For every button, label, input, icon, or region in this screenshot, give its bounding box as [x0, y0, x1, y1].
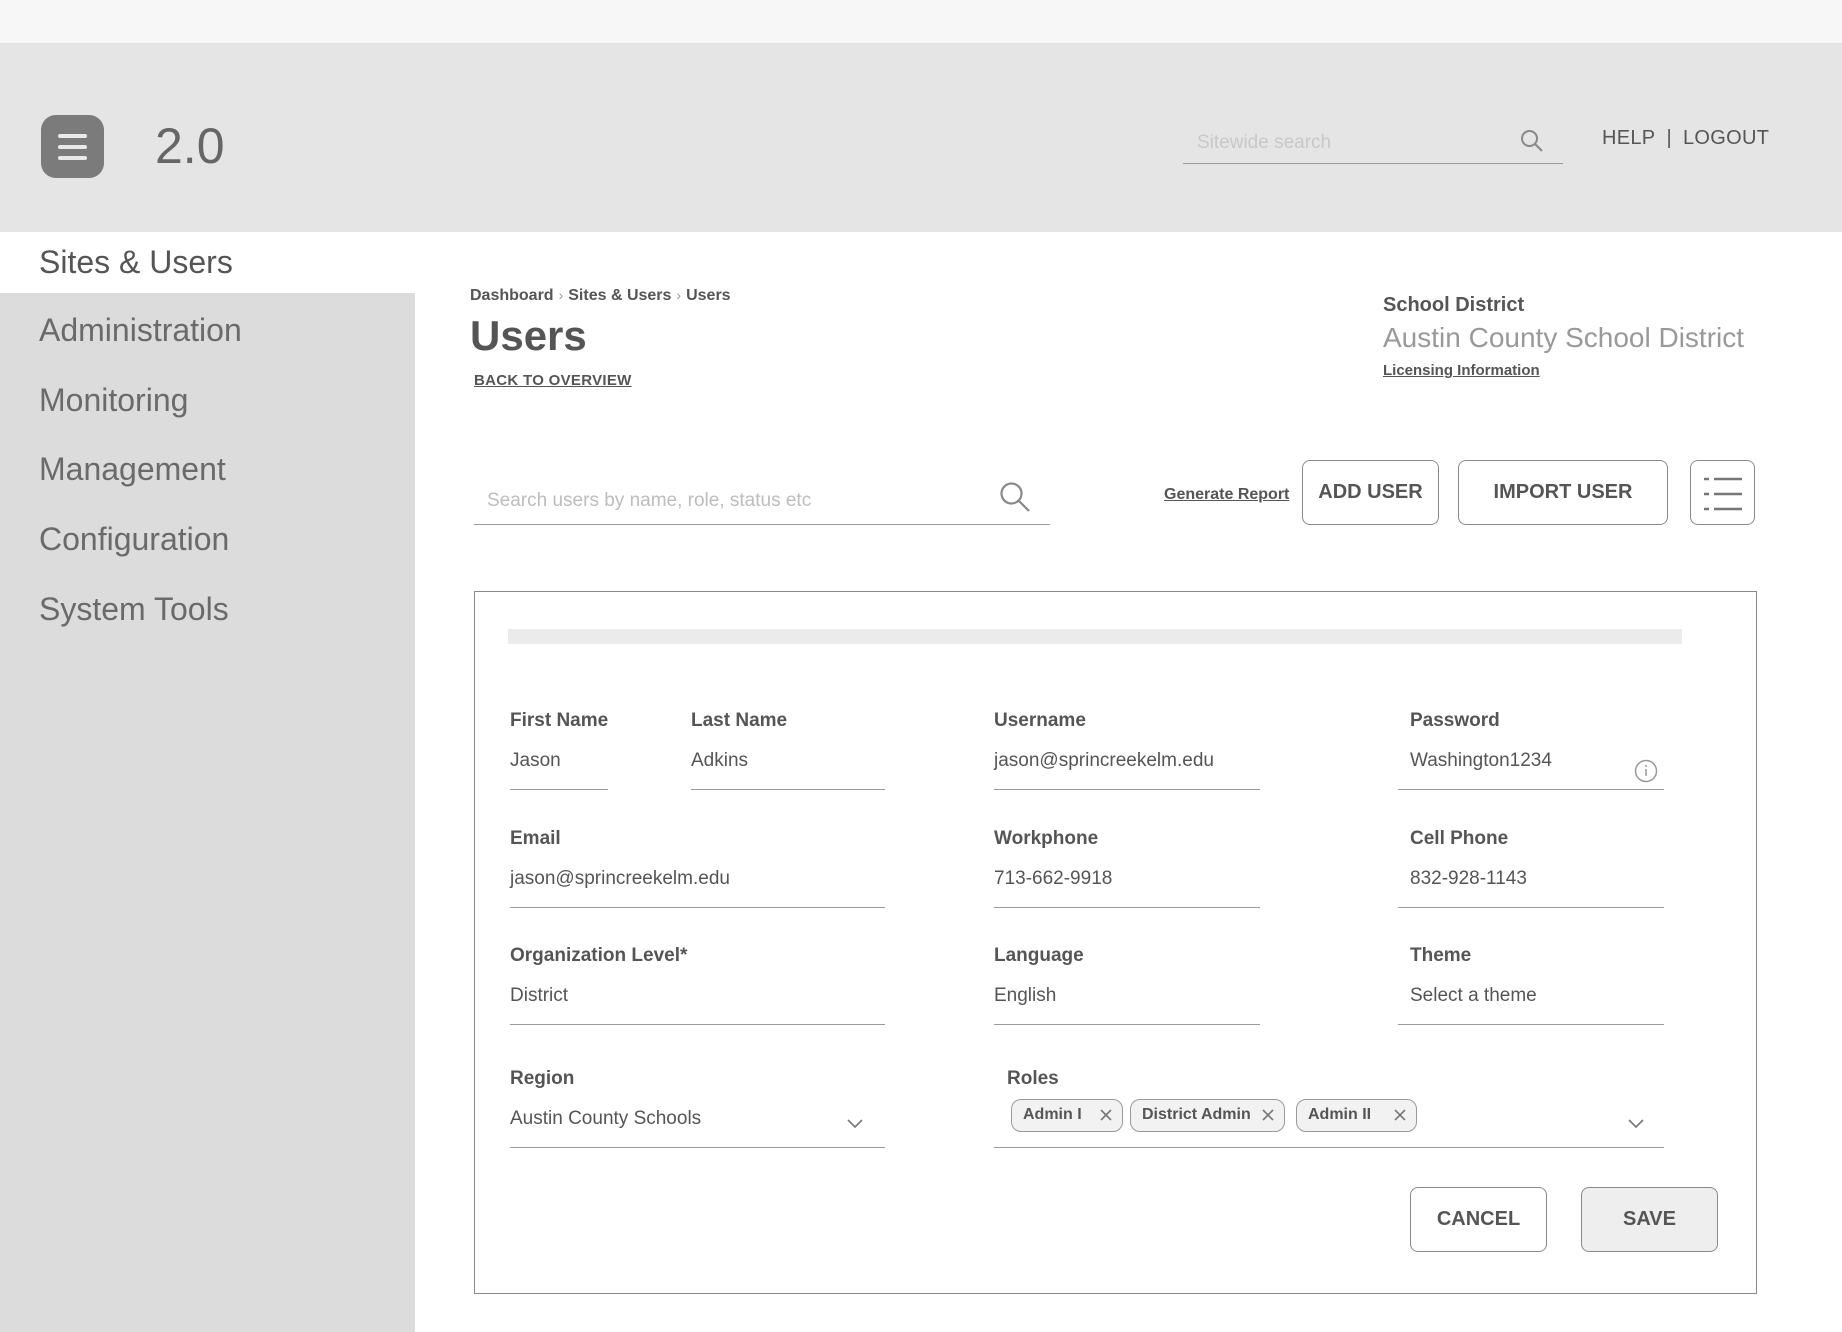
chevron-down-icon[interactable] — [847, 1119, 863, 1129]
breadcrumb-sites-users[interactable]: Sites & Users — [568, 287, 671, 304]
breadcrumb-users: Users — [686, 287, 731, 304]
sidebar-item-label: Sites & Users — [39, 244, 233, 280]
workphone-label: Workphone — [994, 828, 1099, 849]
app-version: 2.0 — [155, 118, 225, 174]
organization-level-input[interactable]: District — [510, 985, 885, 1025]
back-to-overview-link[interactable]: BACK TO OVERVIEW — [474, 372, 632, 389]
workphone-input[interactable]: 713-662-9918 — [994, 868, 1260, 908]
close-icon[interactable] — [1393, 1108, 1407, 1122]
import-user-button[interactable]: IMPORT USER — [1458, 460, 1668, 525]
roles-label: Roles — [1007, 1068, 1059, 1089]
first-name-input[interactable]: Jason — [510, 750, 608, 790]
sidebar-item-management[interactable]: Management — [39, 451, 226, 488]
role-chip: District Admin — [1130, 1099, 1285, 1132]
menu-lines-icon[interactable] — [41, 115, 104, 178]
user-form — [474, 591, 1757, 1294]
logout-link[interactable]: LOGOUT — [1683, 127, 1769, 149]
cell-phone-input[interactable]: 832-928-1143 — [1398, 868, 1664, 908]
info-icon[interactable] — [1634, 759, 1658, 783]
cell-phone-label: Cell Phone — [1410, 828, 1509, 849]
region-label: Region — [510, 1068, 575, 1089]
page-title: Users — [470, 312, 587, 359]
last-name-label: Last Name — [691, 710, 788, 731]
last-name-input[interactable]: Adkins — [691, 750, 885, 790]
header-links: HELP | LOGOUT — [1602, 127, 1769, 150]
close-icon[interactable] — [1261, 1108, 1275, 1122]
licensing-info-link[interactable]: Licensing Information — [1383, 362, 1540, 379]
sidebar-item-system-tools[interactable]: System Tools — [39, 591, 229, 628]
search-icon[interactable] — [1519, 128, 1545, 154]
username-input[interactable]: jason@sprincreekelm.edu — [994, 750, 1260, 790]
help-link[interactable]: HELP — [1602, 127, 1655, 149]
list-icon — [1704, 477, 1742, 511]
save-button[interactable]: SAVE — [1581, 1187, 1718, 1252]
cancel-button[interactable]: CANCEL — [1410, 1187, 1547, 1252]
sitewide-search-placeholder: Sitewide search — [1197, 132, 1332, 153]
chevron-down-icon[interactable] — [1628, 1119, 1644, 1129]
theme-select[interactable]: Select a theme — [1398, 985, 1664, 1025]
generate-report-link[interactable]: Generate Report — [1164, 486, 1289, 504]
browser-top-strip — [0, 0, 1842, 44]
username-label: Username — [994, 710, 1086, 731]
password-input[interactable]: Washington1234 — [1398, 750, 1664, 790]
organization-level-label: Organization Level* — [510, 945, 688, 966]
sidebar-item-configuration[interactable]: Configuration — [39, 521, 229, 558]
breadcrumb: Dashboard › Sites & Users › Users — [470, 287, 731, 305]
user-search-placeholder: Search users by name, role, status etc — [487, 490, 812, 511]
form-progress-bar — [508, 629, 1682, 644]
email-input[interactable]: jason@sprincreekelm.edu — [510, 868, 885, 908]
list-view-button[interactable] — [1690, 460, 1755, 525]
language-input[interactable]: English — [994, 985, 1260, 1025]
role-chip-label: Admin II — [1308, 1106, 1372, 1123]
header-separator: | — [1666, 127, 1672, 149]
sitewide-search-input[interactable]: Sitewide search — [1183, 118, 1563, 164]
region-select[interactable]: Austin County Schools — [510, 1108, 885, 1148]
add-user-button[interactable]: ADD USER — [1302, 460, 1439, 525]
email-label: Email — [510, 828, 561, 849]
password-label: Password — [1410, 710, 1500, 731]
first-name-label: First Name — [510, 710, 609, 731]
district-name: Austin County School District — [1383, 322, 1745, 353]
role-chip-label: District Admin — [1142, 1106, 1251, 1123]
role-chip: Admin I — [1011, 1099, 1123, 1132]
role-chip-label: Admin I — [1023, 1106, 1082, 1123]
sidebar-item-administration[interactable]: Administration — [39, 312, 242, 349]
close-icon[interactable] — [1099, 1108, 1113, 1122]
sidebar-item-monitoring[interactable]: Monitoring — [39, 382, 188, 419]
role-chip: Admin II — [1296, 1099, 1417, 1132]
theme-label: Theme — [1410, 945, 1472, 966]
district-label: School District — [1383, 294, 1525, 316]
language-label: Language — [994, 945, 1084, 966]
sidebar-item-sites-users[interactable]: Sites & Users — [0, 232, 415, 293]
breadcrumb-chevron-icon: › — [558, 287, 564, 303]
search-icon[interactable] — [998, 480, 1032, 514]
app-header: 2.0 Sitewide search HELP | LOGOUT — [0, 44, 1842, 232]
breadcrumb-dashboard[interactable]: Dashboard — [470, 287, 554, 304]
breadcrumb-chevron-icon: › — [676, 287, 682, 303]
user-search-input[interactable]: Search users by name, role, status etc — [474, 472, 1050, 525]
